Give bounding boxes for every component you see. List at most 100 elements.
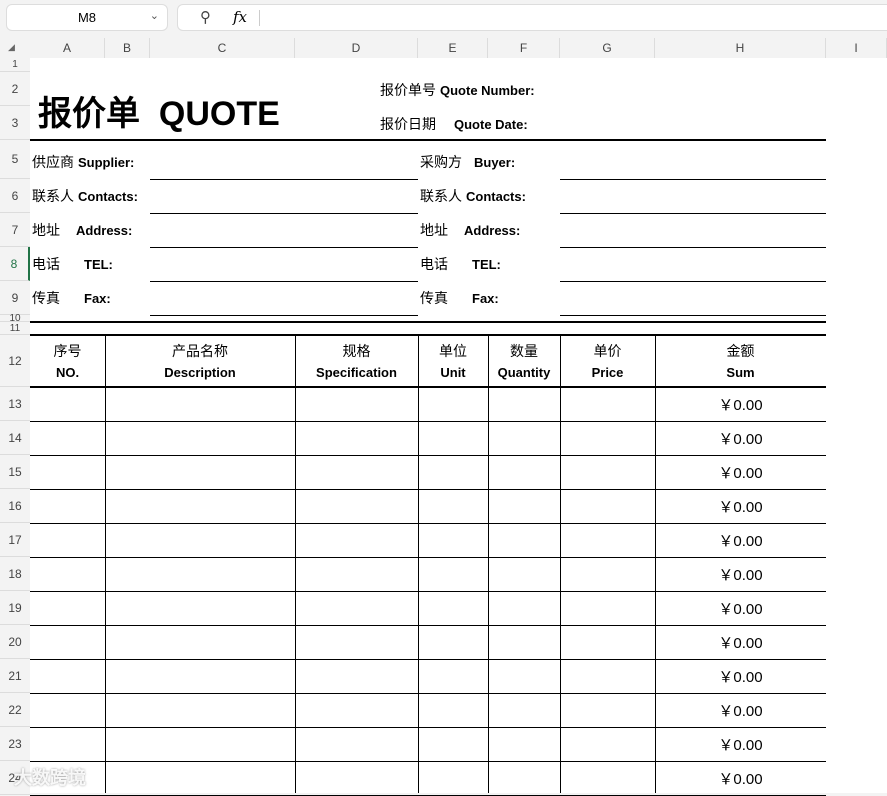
label-cn: 报价单号 <box>380 82 436 98</box>
zoom-icon[interactable]: ⚲ <box>200 8 211 26</box>
label-en: Quote Date: <box>454 116 528 132</box>
field-input-line[interactable] <box>560 213 826 214</box>
field-label: 电话 TEL: <box>420 249 501 279</box>
sum-cell[interactable]: ￥0.00 <box>655 659 826 693</box>
row-header[interactable]: 6 <box>0 179 30 213</box>
row-header[interactable]: 5 <box>0 140 30 179</box>
column-header[interactable]: G <box>560 38 655 58</box>
label-cn: 报价日期 <box>380 116 436 132</box>
label-en: Address: <box>76 222 133 238</box>
field-input-line[interactable] <box>560 281 826 282</box>
row-header[interactable]: 21 <box>0 659 30 693</box>
field-input-line[interactable] <box>150 179 418 180</box>
chevron-down-icon[interactable]: ⌄ <box>150 9 159 22</box>
sum-cell[interactable]: ￥0.00 <box>655 387 826 421</box>
label-cn: 联系人 <box>32 188 74 204</box>
header-en: Unit <box>440 365 466 380</box>
row-header[interactable]: 3 <box>0 106 30 140</box>
row-header[interactable]: 18 <box>0 557 30 591</box>
column-header[interactable]: H <box>655 38 826 58</box>
header-cn: 序号 <box>53 343 82 359</box>
sum-cell[interactable]: ￥0.00 <box>655 523 826 557</box>
header-en: NO. <box>55 365 80 380</box>
field-label: 地址 Address: <box>420 215 520 245</box>
column-border <box>560 335 561 793</box>
row-header[interactable]: 23 <box>0 727 30 761</box>
column-header[interactable]: C <box>150 38 295 58</box>
field-label: 地址 Address: <box>32 215 132 245</box>
label-en: TEL: <box>472 256 501 272</box>
label-en: Quote Number: <box>440 82 535 98</box>
row-header[interactable]: 9 <box>0 281 30 315</box>
field-input-line[interactable] <box>560 247 826 248</box>
column-header[interactable]: B <box>105 38 150 58</box>
label-en: Contacts: <box>466 188 526 204</box>
column-border <box>488 335 489 793</box>
row-header[interactable]: 12 <box>0 335 30 387</box>
label-cn: 联系人 <box>420 188 462 204</box>
formula-bar[interactable]: ⚲ fx <box>177 4 887 31</box>
field-input-line[interactable] <box>150 281 418 282</box>
field-input-line[interactable] <box>150 213 418 214</box>
quote-date-label: 报价日期 Quote Date: <box>380 114 528 134</box>
column-header[interactable]: F <box>488 38 560 58</box>
row-header[interactable]: 15 <box>0 455 30 489</box>
divider <box>30 334 826 336</box>
sum-cell[interactable]: ￥0.00 <box>655 625 826 659</box>
row-header[interactable]: 14 <box>0 421 30 455</box>
row-header[interactable]: 7 <box>0 213 30 247</box>
select-all-icon[interactable]: ◢ <box>8 42 15 53</box>
sum-cell[interactable]: ￥0.00 <box>655 591 826 625</box>
label-en: TEL: <box>84 256 113 272</box>
row-header[interactable]: 17 <box>0 523 30 557</box>
label-en: Contacts: <box>78 188 138 204</box>
field-label: 传真 Fax: <box>420 283 499 313</box>
name-box[interactable]: M8 ⌄ <box>6 4 168 31</box>
header-cn: 单价 <box>593 343 622 359</box>
label-cn: 传真 <box>420 290 448 306</box>
row-header[interactable]: 20 <box>0 625 30 659</box>
column-header[interactable]: E <box>418 38 488 58</box>
field-input-line[interactable] <box>150 315 418 316</box>
divider <box>30 321 826 323</box>
label-cn: 供应商 <box>32 154 74 170</box>
label-en: Buyer: <box>474 154 516 170</box>
field-input-line[interactable] <box>560 179 826 180</box>
sum-cell[interactable]: ￥0.00 <box>655 489 826 523</box>
sum-cell[interactable]: ￥0.00 <box>655 727 826 761</box>
row-header[interactable]: 10 <box>0 313 30 324</box>
label-cn: 地址 <box>420 222 448 238</box>
label-en: Fax: <box>84 290 111 306</box>
row-header[interactable]: 19 <box>0 591 30 625</box>
divider <box>259 10 260 26</box>
table-header: 单价 Price <box>560 337 655 387</box>
sum-cell[interactable]: ￥0.00 <box>655 693 826 727</box>
sum-cell[interactable]: ￥0.00 <box>655 761 826 795</box>
label-cn: 传真 <box>32 290 60 306</box>
column-header[interactable]: A <box>30 38 105 58</box>
row-header[interactable]: 8 <box>0 247 30 281</box>
row-header[interactable]: 22 <box>0 693 30 727</box>
quote-number-label: 报价单号 Quote Number: <box>380 80 535 100</box>
header-cn: 产品名称 <box>172 343 228 359</box>
header-cn: 数量 <box>510 343 538 359</box>
sum-cell[interactable]: ￥0.00 <box>655 557 826 591</box>
column-header[interactable]: D <box>295 38 418 58</box>
field-input-line[interactable] <box>560 315 826 316</box>
table-header: 产品名称 Description <box>105 337 295 387</box>
sum-cell[interactable]: ￥0.00 <box>655 455 826 489</box>
field-label: 电话 TEL: <box>32 249 113 279</box>
field-input-line[interactable] <box>150 247 418 248</box>
row-header[interactable]: 16 <box>0 489 30 523</box>
label-cn: 电话 <box>32 256 60 272</box>
row-header[interactable]: 2 <box>0 72 30 106</box>
field-label: 联系人 Contacts: <box>32 181 138 211</box>
column-header[interactable]: I <box>826 38 887 58</box>
table-header: 单位 Unit <box>418 337 488 387</box>
row-header[interactable]: 13 <box>0 387 30 421</box>
label-cn: 地址 <box>32 222 60 238</box>
row-header[interactable]: 1 <box>0 58 30 72</box>
label-cn: 电话 <box>420 256 448 272</box>
sum-cell[interactable]: ￥0.00 <box>655 421 826 455</box>
row-header[interactable]: 11 <box>0 322 30 335</box>
